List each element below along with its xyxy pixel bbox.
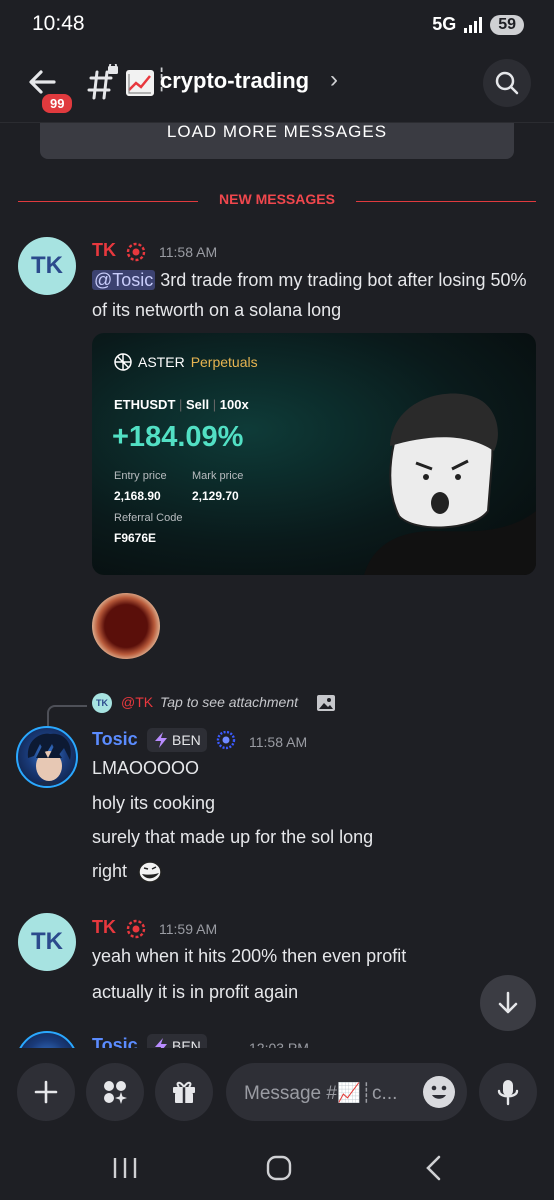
user-tag: BEN xyxy=(147,1034,207,1048)
reply-avatar: TK xyxy=(92,693,112,713)
sticker-image[interactable] xyxy=(92,593,160,659)
apps-icon xyxy=(104,1081,127,1104)
user-mention[interactable]: @Tosic xyxy=(92,270,156,290)
message-content: @Tosic 3rd trade from my trading bot aft… xyxy=(92,265,542,325)
lightning-icon xyxy=(155,732,167,748)
message-list[interactable]: LOAD MORE MESSAGES NEW MESSAGES TK TK 11… xyxy=(0,123,554,1048)
microphone-icon xyxy=(497,1080,519,1106)
reply-preview[interactable]: Tap to see attachment xyxy=(160,694,298,710)
message-text: 3rd trade from my trading bot after losi… xyxy=(92,270,527,320)
emoji-icon xyxy=(431,1085,447,1099)
wojak-illustration xyxy=(364,393,536,575)
message-input[interactable]: Message #📈┊c... xyxy=(226,1063,467,1121)
message-text: actually it is in profit again xyxy=(92,982,299,1002)
embed-side: Sell xyxy=(186,397,210,412)
user-tag: BEN xyxy=(147,728,207,752)
message-time: 11:59 AM xyxy=(159,921,218,937)
search-icon xyxy=(495,71,519,95)
entry-price-value: 2,168.90 xyxy=(114,489,161,503)
new-messages-divider: NEW MESSAGES xyxy=(18,191,536,211)
search-button[interactable] xyxy=(483,59,531,107)
chart-up-icon xyxy=(126,70,154,96)
embed-brand-name: ASTER xyxy=(138,354,185,370)
battery-indicator: 59 xyxy=(490,14,524,35)
avatar[interactable] xyxy=(16,726,78,788)
user-tag-label: BEN xyxy=(172,732,201,748)
home-icon[interactable] xyxy=(266,1155,292,1181)
scroll-to-bottom-button[interactable] xyxy=(480,975,536,1031)
add-attachment-button[interactable] xyxy=(17,1063,75,1121)
message-time: 12:03 PM xyxy=(249,1040,309,1048)
crosshair-role-icon xyxy=(126,242,146,262)
message-text: right xyxy=(92,856,162,886)
recent-apps-icon[interactable] xyxy=(112,1156,138,1180)
embed-brand: ASTER Perpetuals xyxy=(114,353,258,371)
message-time: 11:58 AM xyxy=(159,244,218,260)
message-author[interactable]: Tosic xyxy=(92,1035,138,1048)
avatar[interactable] xyxy=(16,1031,78,1048)
channel-header: 99 ┊ crypto-trading › xyxy=(0,50,554,122)
back-nav-icon[interactable] xyxy=(424,1154,442,1182)
message-author[interactable]: Tosic xyxy=(92,729,138,750)
status-bar: 10:48 5G 59 xyxy=(0,0,554,50)
lightning-icon xyxy=(155,1038,167,1048)
embed-brand-sub: Perpetuals xyxy=(190,354,258,370)
composer-bar: Message #📈┊c... xyxy=(0,1048,554,1200)
reply-author[interactable]: @TK xyxy=(121,694,153,710)
image-icon xyxy=(317,695,335,711)
embed-pair: ETHUSDT | Sell | 100x xyxy=(114,397,249,412)
status-icons: 5G 59 xyxy=(432,14,524,35)
referral-value: F9676E xyxy=(114,531,157,545)
message-text-line: right xyxy=(92,861,128,881)
channel-chevron[interactable]: › xyxy=(330,66,338,94)
embed-symbol: ETHUSDT xyxy=(114,397,176,412)
hash-lock-icon xyxy=(87,64,118,100)
referral-label: Referral Code xyxy=(114,512,183,524)
avatar[interactable]: TK xyxy=(18,237,76,295)
system-nav-bar xyxy=(0,1148,554,1198)
message-author[interactable]: TK xyxy=(92,240,116,261)
message-text: surely that made up for the sol long xyxy=(92,827,374,847)
apps-button[interactable] xyxy=(86,1063,144,1121)
gift-button[interactable] xyxy=(155,1063,213,1121)
new-messages-label: NEW MESSAGES xyxy=(219,191,335,207)
message-text: holy its cooking xyxy=(92,793,216,813)
gift-icon xyxy=(173,1081,195,1103)
message-text: yeah when it hits 200% then even profit xyxy=(92,946,407,966)
user-tag-label: BEN xyxy=(172,1038,201,1048)
emoji-button[interactable] xyxy=(423,1076,455,1108)
plus-icon xyxy=(34,1080,58,1104)
network-type: 5G xyxy=(432,14,457,34)
message-text: LMAOOOOO xyxy=(92,758,200,778)
load-more-button[interactable]: LOAD MORE MESSAGES xyxy=(40,123,514,159)
attachment-image[interactable]: ASTER Perpetuals ETHUSDT | Sell | 100x +… xyxy=(92,333,536,575)
arrow-down-icon xyxy=(498,991,518,1014)
embed-leverage: 100x xyxy=(219,397,249,412)
channel-name[interactable]: crypto-trading xyxy=(160,68,309,94)
aster-logo-icon xyxy=(114,353,132,371)
mark-price-value: 2,129.70 xyxy=(192,489,239,503)
crosshair-role-icon xyxy=(126,919,146,939)
status-time: 10:48 xyxy=(32,12,85,35)
message-time: 11:58 AM xyxy=(249,734,308,750)
embed-pnl: +184.09% xyxy=(112,421,244,453)
trollface-emoji-icon xyxy=(138,861,162,883)
entry-price-label: Entry price xyxy=(114,470,167,482)
voice-message-button[interactable] xyxy=(479,1063,537,1121)
avatar[interactable]: TK xyxy=(18,913,76,971)
ring-role-icon xyxy=(216,730,236,750)
message-author[interactable]: TK xyxy=(92,917,116,938)
message-placeholder: Message #📈┊c... xyxy=(244,1083,398,1104)
mark-price-label: Mark price xyxy=(192,470,244,482)
unread-badge: 99 xyxy=(39,91,76,116)
signal-icon xyxy=(464,16,483,33)
